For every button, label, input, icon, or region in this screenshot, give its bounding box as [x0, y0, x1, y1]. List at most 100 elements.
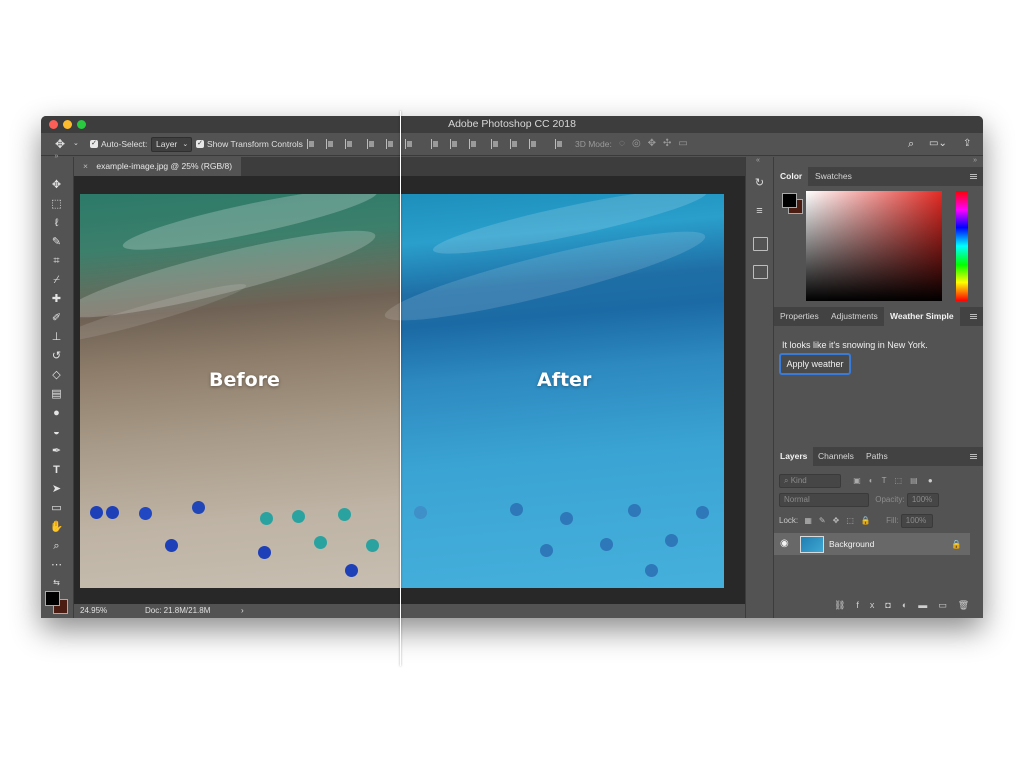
distribute-left-icon[interactable] [491, 139, 500, 149]
clone-source-icon[interactable]: ≡ [753, 205, 766, 217]
layer-kind-filter[interactable]: ⌕ Kind [779, 473, 841, 488]
blend-mode-dropdown[interactable]: Normal [779, 492, 869, 507]
tool-preset-chevron-icon[interactable]: ⌄ [73, 133, 79, 155]
eye-icon[interactable]: ◉ [780, 533, 789, 555]
align-bottom-icon[interactable] [345, 139, 354, 149]
distribute-top-icon[interactable] [431, 139, 440, 149]
library-icon[interactable] [753, 237, 768, 251]
tab-color[interactable]: Color [774, 167, 809, 186]
opacity-field[interactable]: 100% [906, 492, 939, 507]
healing-brush-tool-icon[interactable]: ✚ [49, 292, 64, 307]
marquee-tool-icon[interactable]: ⬚ [49, 197, 64, 212]
zoom-level[interactable]: 24.95% [80, 604, 107, 618]
swap-colors-icon[interactable]: ⇆ [49, 575, 64, 590]
auto-select-dropdown[interactable]: Layer ⌄ [151, 133, 193, 155]
tab-layers[interactable]: Layers [774, 447, 814, 466]
doc-size: Doc: 21.8M/21.8M [145, 606, 211, 615]
rectangle-tool-icon[interactable]: ▭ [49, 501, 64, 516]
minimize-window-button[interactable] [63, 120, 72, 129]
tab-weather-simple[interactable]: Weather Simple [884, 307, 960, 326]
quick-selection-tool-icon[interactable]: ✎ [49, 235, 64, 250]
zoom-tool-icon[interactable]: ⌕ [49, 539, 64, 554]
before-image [80, 194, 400, 588]
auto-align-icon[interactable] [555, 139, 564, 149]
share-icon[interactable]: ⇪ [963, 133, 971, 155]
photoshop-window: Adobe Photoshop CC 2018 ✥ ⌄ ✓ Auto-Select… [41, 116, 983, 618]
umbrella [90, 506, 103, 519]
crop-tool-icon[interactable]: ⌗ [49, 254, 64, 269]
fill-field[interactable]: 100% [900, 513, 933, 528]
collapse-dock-icon[interactable]: » [973, 157, 977, 164]
distribute-vertical-center-icon[interactable] [450, 139, 459, 149]
brush-tool-icon[interactable]: ✐ [49, 311, 64, 326]
before-after-divider[interactable] [400, 111, 401, 666]
color-picker-field[interactable] [806, 191, 942, 301]
image-canvas[interactable]: Before After [80, 194, 724, 588]
blur-tool-icon[interactable]: ● [49, 406, 64, 421]
move-tool-icon[interactable]: ✥ [49, 178, 64, 193]
collapse-tools-icon[interactable]: » [49, 149, 64, 164]
auto-select-value: Layer [156, 139, 178, 149]
show-transform-checkbox[interactable]: ✓ Show Transform Controls [196, 133, 303, 155]
panel-menu-icon[interactable] [970, 314, 977, 315]
auto-select-checkbox[interactable]: ✓ Auto-Select: [90, 133, 147, 155]
close-icon[interactable]: × [83, 161, 88, 171]
eyedropper-tool-icon[interactable]: ⌿ [49, 273, 64, 288]
tab-adjustments[interactable]: Adjustments [825, 307, 884, 326]
collapse-panels-icon[interactable]: « [756, 157, 760, 164]
align-horizontal-center-icon[interactable] [386, 139, 395, 149]
3d-mode-label: 3D Mode: [575, 139, 612, 149]
show-transform-label: Show Transform Controls [207, 139, 303, 149]
distribute-bottom-icon[interactable] [469, 139, 478, 149]
lasso-tool-icon[interactable]: ℓ [49, 216, 64, 231]
eraser-tool-icon[interactable]: ◇ [49, 368, 64, 383]
align-top-icon[interactable] [307, 139, 316, 149]
tab-paths[interactable]: Paths [860, 447, 894, 466]
foreground-color-swatch[interactable] [45, 591, 60, 606]
tab-channels[interactable]: Channels [812, 447, 860, 466]
distribute-right-icon[interactable] [529, 139, 538, 149]
layer-name: Background [829, 539, 875, 549]
history-brush-tool-icon[interactable]: ↺ [49, 349, 64, 364]
path-selection-tool-icon[interactable]: ➤ [49, 482, 64, 497]
panel-menu-icon[interactable] [970, 174, 977, 175]
umbrella [260, 512, 273, 525]
align-vertical-center-icon[interactable] [326, 139, 335, 149]
panel-menu-icon[interactable] [970, 454, 977, 455]
search-icon[interactable]: ⌕ [908, 133, 914, 155]
align-right-icon[interactable] [405, 139, 414, 149]
more-tools-icon[interactable]: ⋯ [49, 558, 64, 573]
history-icon[interactable]: ↻ [753, 177, 766, 189]
clone-stamp-tool-icon[interactable]: ⊥ [49, 330, 64, 345]
dodge-tool-icon[interactable]: ◒ [49, 425, 64, 440]
layer-row-background[interactable]: ◉ Background 🔒 [774, 533, 970, 555]
hue-slider[interactable] [956, 191, 968, 301]
document-tab[interactable]: × example-image.jpg @ 25% (RGB/8) [74, 157, 241, 176]
3d-mode-icons[interactable]: ◌◎✥✣▭ [619, 133, 695, 155]
weather-message: It looks like it's snowing in New York. [782, 340, 928, 350]
apply-weather-button[interactable]: Apply weather [779, 353, 851, 375]
type-tool-icon[interactable]: T [49, 463, 64, 478]
image-panel-icon[interactable] [753, 265, 768, 279]
umbrella [628, 504, 641, 517]
umbrella [645, 564, 658, 577]
maximize-window-button[interactable] [77, 120, 86, 129]
hand-tool-icon[interactable]: ✋ [49, 520, 64, 535]
filter-toggle-icon[interactable]: ● [928, 476, 933, 485]
status-menu-icon[interactable]: › [241, 604, 244, 618]
tab-swatches[interactable]: Swatches [809, 167, 858, 186]
before-label: Before [209, 369, 280, 391]
umbrella [314, 536, 327, 549]
foreground-color-swatch[interactable] [782, 193, 797, 208]
align-left-icon[interactable] [367, 139, 376, 149]
umbrella [338, 508, 351, 521]
lock-icons[interactable]: ▦✎✥⬚🔒 [804, 516, 877, 525]
close-window-button[interactable] [49, 120, 58, 129]
distribute-horizontal-center-icon[interactable] [510, 139, 519, 149]
pen-tool-icon[interactable]: ✒ [49, 444, 64, 459]
layer-action-icons[interactable]: ⛓fx◘◐▬▭🗑 [834, 600, 980, 610]
tab-properties[interactable]: Properties [774, 307, 825, 326]
layer-filter-icons[interactable]: ▣◐T⬚▤ [853, 476, 925, 485]
workspace-icon[interactable]: ▭⌄ [929, 133, 947, 155]
gradient-tool-icon[interactable]: ▤ [49, 387, 64, 402]
